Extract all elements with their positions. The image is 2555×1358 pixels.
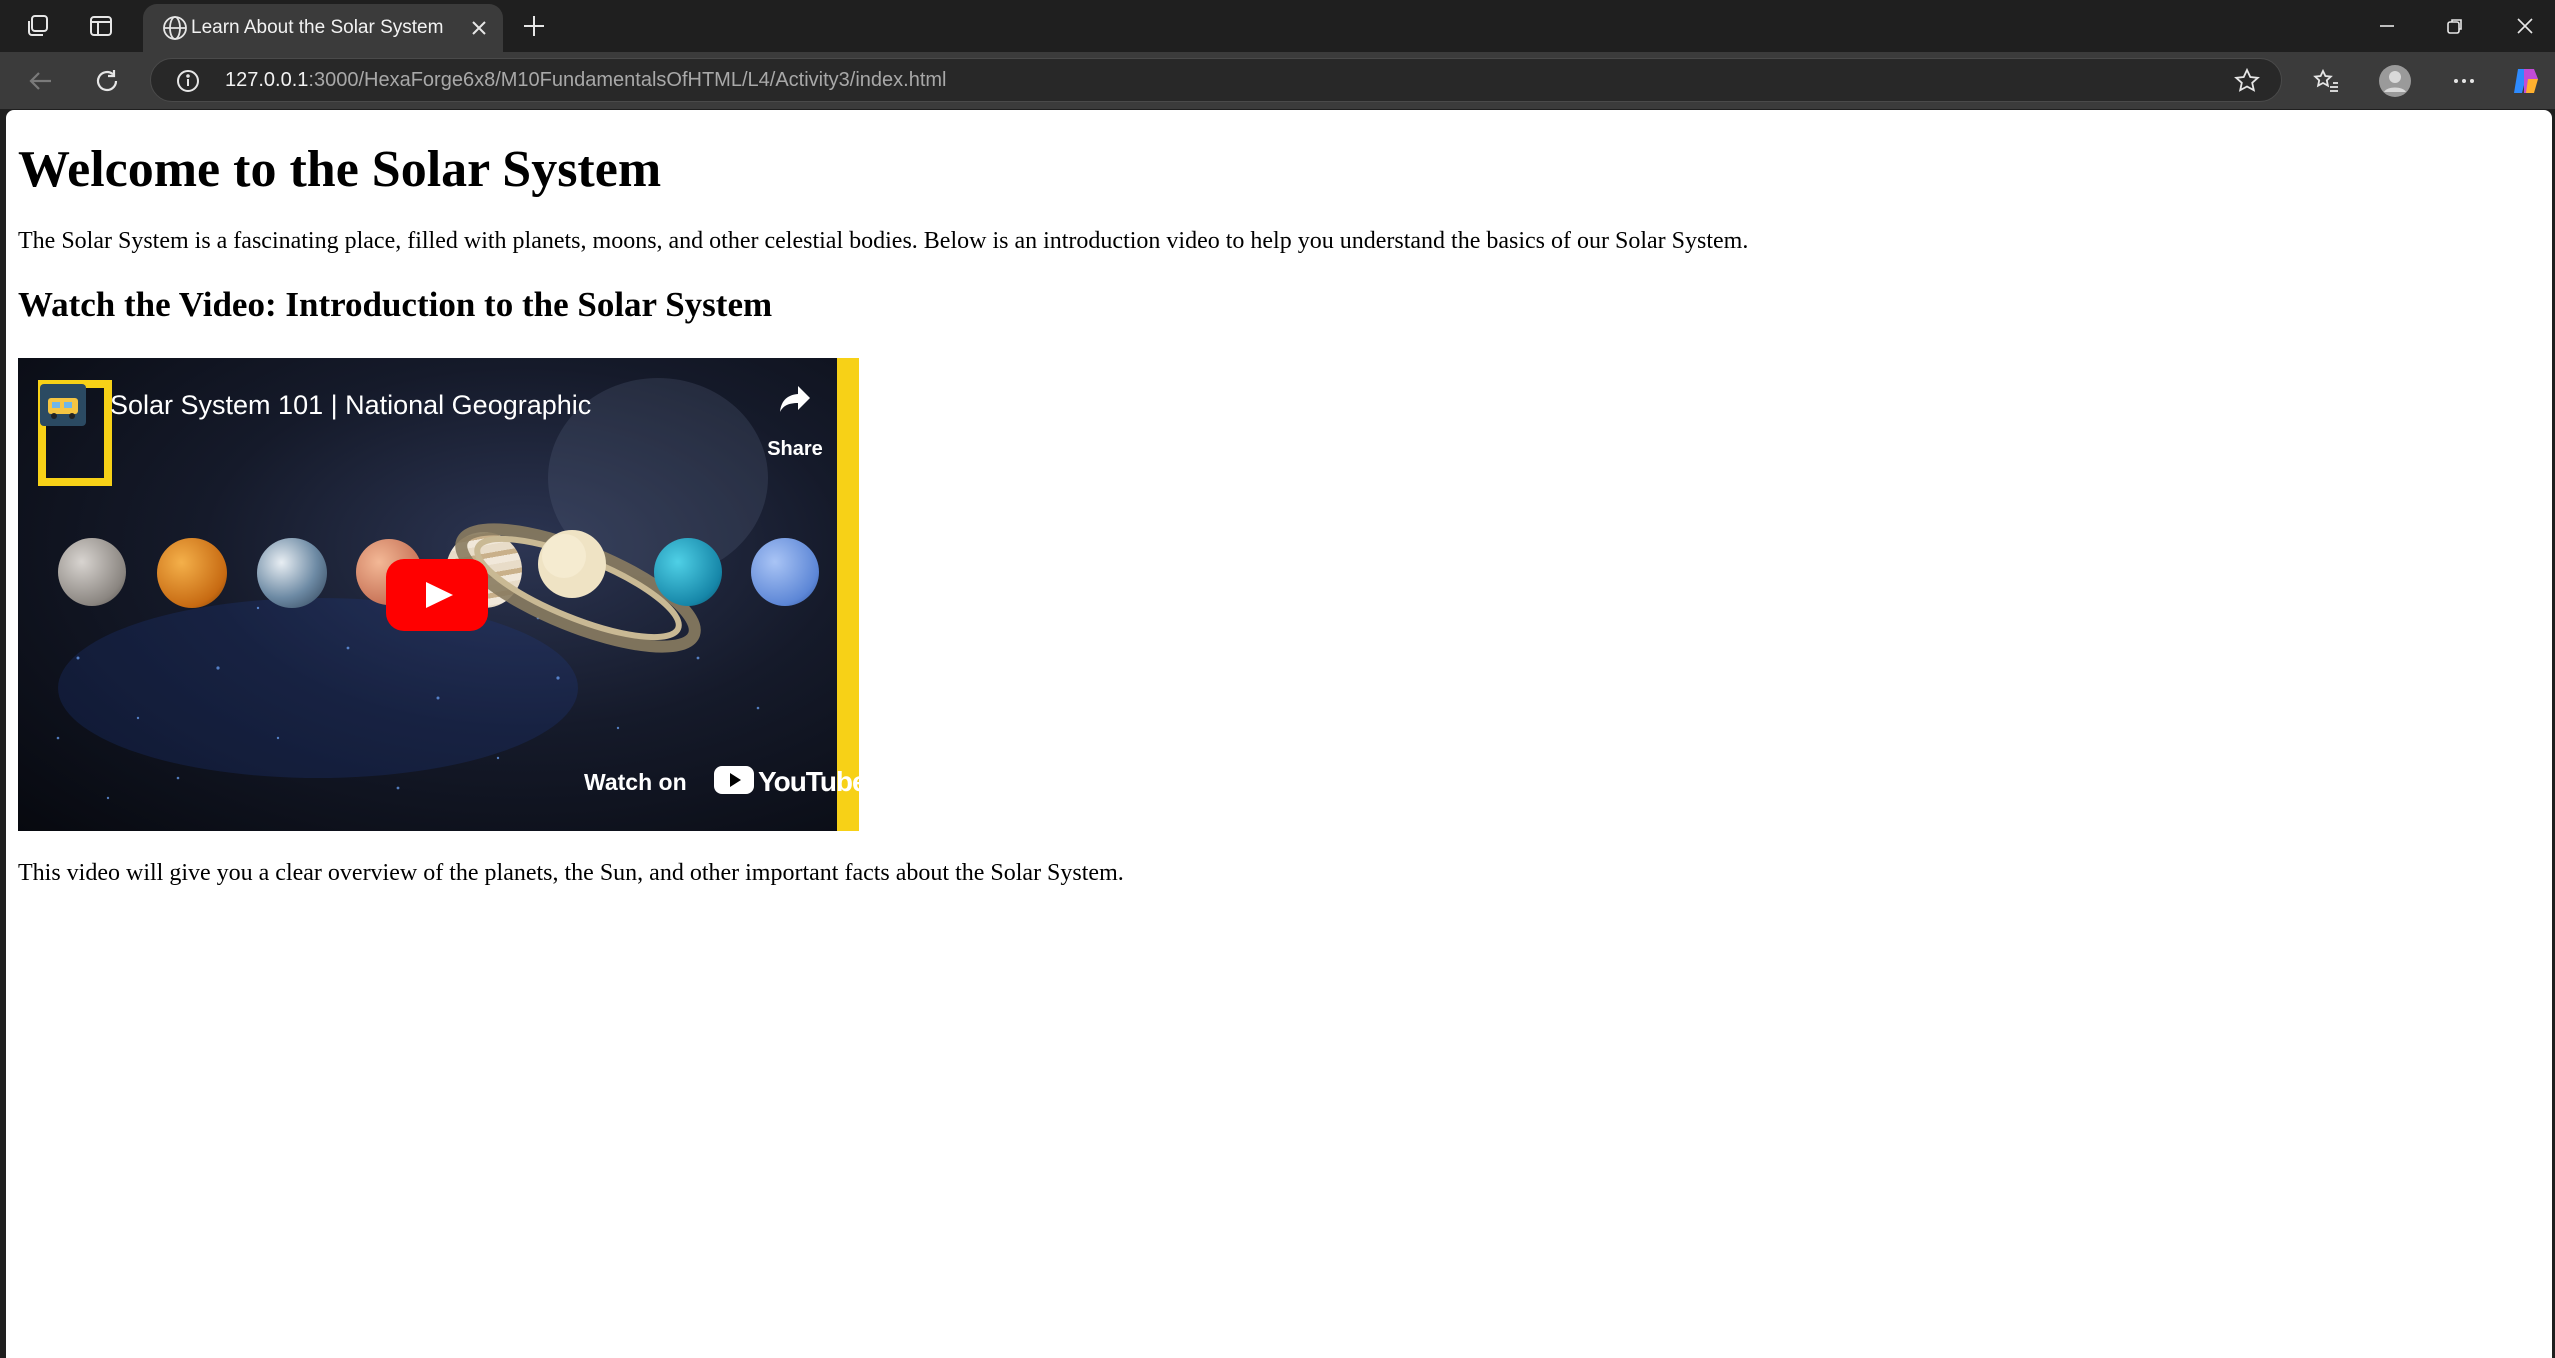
national-geographic-logo[interactable] [38, 380, 112, 486]
share-label: Share [767, 438, 823, 460]
play-icon [426, 582, 453, 608]
tab-strip: Learn About the Solar System [0, 0, 2555, 52]
page-viewport: Welcome to the Solar System The Solar Sy… [6, 110, 2552, 1358]
close-tab-icon[interactable] [465, 14, 493, 42]
globe-icon [163, 16, 187, 40]
favorites-icon[interactable] [2309, 64, 2343, 98]
copilot-icon[interactable] [2509, 64, 2543, 98]
site-info-icon[interactable] [175, 68, 201, 94]
close-window-icon[interactable] [2495, 6, 2555, 46]
active-tab[interactable]: Learn About the Solar System [143, 4, 503, 52]
back-arrow-icon[interactable] [24, 64, 58, 98]
mercury-planet [58, 538, 126, 606]
earth-planet [257, 538, 327, 608]
intro-paragraph: The Solar System is a fascinating place,… [18, 228, 1749, 254]
video-title[interactable]: Solar System 101 | National Geographic [110, 390, 591, 421]
brand-accent-bar [837, 358, 859, 831]
youtube-logo-icon [714, 766, 754, 794]
channel-avatar[interactable] [40, 384, 86, 426]
venus-planet [157, 538, 227, 608]
refresh-icon[interactable] [90, 64, 124, 98]
play-button[interactable] [386, 559, 488, 631]
url-path: :3000/HexaForge6x8/M10FundamentalsOfHTML… [308, 69, 947, 91]
embedded-video-player[interactable]: Solar System 101 | National Geographic S… [18, 358, 859, 831]
page-title: Welcome to the Solar System [18, 141, 662, 198]
share-button[interactable]: Share [758, 376, 832, 460]
url-host: 127.0.0.1 [225, 69, 309, 91]
watch-on-label: Watch on [584, 769, 687, 795]
video-section-heading: Watch the Video: Introduction to the Sol… [18, 285, 773, 324]
restore-icon[interactable] [2425, 6, 2485, 46]
minimize-icon[interactable] [2357, 6, 2417, 46]
share-arrow-icon [780, 386, 810, 412]
favorite-star-icon[interactable] [2233, 67, 2261, 95]
vertical-tabs-icon[interactable] [85, 10, 117, 42]
uranus-planet [654, 538, 722, 606]
neptune-planet [751, 538, 819, 606]
address-bar[interactable]: 127.0.0.1:3000/HexaForge6x8/M10Fundament… [150, 58, 2282, 102]
more-options-icon[interactable] [2447, 64, 2481, 98]
url-text[interactable]: 127.0.0.1:3000/HexaForge6x8/M10Fundament… [225, 69, 947, 92]
browser-toolbar: 127.0.0.1:3000/HexaForge6x8/M10Fundament… [0, 52, 2555, 109]
workspaces-icon[interactable] [22, 10, 54, 42]
new-tab-icon[interactable] [518, 10, 550, 42]
profile-avatar[interactable] [2378, 64, 2412, 98]
outro-paragraph: This video will give you a clear overvie… [18, 860, 1124, 886]
tab-title: Learn About the Solar System [191, 17, 444, 38]
youtube-wordmark: YouTube [758, 766, 859, 797]
